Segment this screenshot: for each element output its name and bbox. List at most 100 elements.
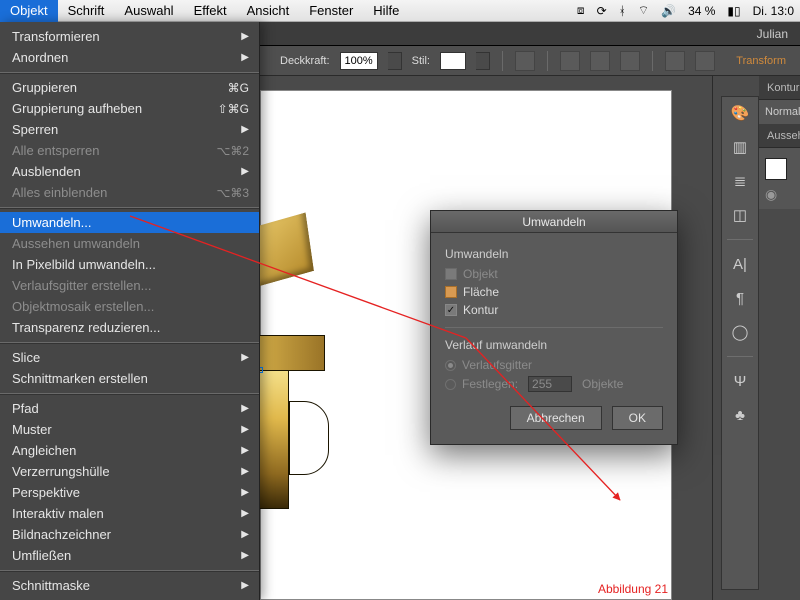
- menu-item[interactable]: Schnittmarken erstellen: [0, 368, 259, 389]
- share-icon[interactable]: Ψ: [730, 371, 750, 391]
- checkbox-objekt: Objekt: [445, 267, 663, 281]
- submenu-arrow-icon: ▶: [241, 529, 249, 540]
- battery-icon[interactable]: ▮▯: [727, 4, 740, 18]
- toolbar-icon-3[interactable]: [590, 51, 610, 71]
- menu-item: Objektmosaik erstellen...: [0, 296, 259, 317]
- menu-item[interactable]: Slice▶: [0, 347, 259, 368]
- menu-item-label: Ausblenden: [12, 164, 81, 179]
- group-umwandeln-title: Umwandeln: [445, 247, 663, 261]
- menu-item[interactable]: Ausblenden ▶: [0, 161, 259, 182]
- cancel-button[interactable]: Abbrechen: [510, 406, 602, 430]
- crop-icon[interactable]: ◫: [730, 205, 750, 225]
- checkbox-kontur-label: Kontur: [463, 303, 498, 317]
- menu-item-label: Sperren: [12, 122, 58, 137]
- mac-menubar: Objekt Schrift Auswahl Effekt Ansicht Fe…: [0, 0, 800, 22]
- submenu-arrow-icon: ▶: [241, 166, 249, 177]
- menu-item[interactable]: Bildnachzeichner▶: [0, 524, 259, 545]
- menu-item-label: Pfad: [12, 401, 39, 416]
- toolbar-icon-4[interactable]: [620, 51, 640, 71]
- radio-verlaufsgitter-label: Verlaufsgitter: [462, 358, 532, 372]
- selection-outline: [260, 367, 263, 373]
- menu-shortcut: ⌘G: [228, 81, 249, 95]
- panel-tab-aussehen[interactable]: Aussehen: [759, 124, 800, 148]
- ok-button[interactable]: OK: [612, 406, 663, 430]
- menu-item-label: Slice: [12, 350, 40, 365]
- gold-shape-top[interactable]: [260, 213, 314, 288]
- dropbox-icon[interactable]: ⧈: [577, 3, 585, 18]
- checkbox-kontur[interactable]: Kontur: [445, 303, 663, 317]
- toolbar-icon-2[interactable]: [560, 51, 580, 71]
- menu-item-label: Interaktiv malen: [12, 506, 104, 521]
- menu-item[interactable]: Anordnen▶: [0, 47, 259, 68]
- menu-item[interactable]: Angleichen▶: [0, 440, 259, 461]
- clover-icon[interactable]: ♣: [730, 405, 750, 425]
- blend-mode-value[interactable]: Normal: [765, 106, 800, 118]
- submenu-arrow-icon: ▶: [241, 466, 249, 477]
- radio-verlaufsgitter: Verlaufsgitter: [445, 358, 663, 372]
- style-swatch[interactable]: [440, 52, 466, 70]
- menu-item[interactable]: Zusammengesetzter Pfad▶: [0, 596, 259, 600]
- submenu-arrow-icon: ▶: [241, 550, 249, 561]
- style-dropdown-icon[interactable]: [476, 52, 490, 70]
- menu-ansicht[interactable]: Ansicht: [237, 0, 300, 22]
- menu-fenster[interactable]: Fenster: [299, 0, 363, 22]
- menu-item-label: Gruppierung aufheben: [12, 101, 142, 116]
- appearance-icon[interactable]: ◯: [730, 322, 750, 342]
- right-dock: 🎨 ▥ ≣ ◫ A| ¶ ◯ Ψ ♣ Kontur Normal Aussehe…: [712, 76, 800, 600]
- submenu-arrow-icon: ▶: [241, 508, 249, 519]
- submenu-arrow-icon: ▶: [241, 445, 249, 456]
- opacity-field[interactable]: 100%: [340, 52, 378, 70]
- menu-item[interactable]: Umfließen▶: [0, 545, 259, 566]
- panel-tab-kontur[interactable]: Kontur: [759, 76, 800, 100]
- menu-item[interactable]: Schnittmaske▶: [0, 575, 259, 596]
- menu-item: Alle entsperren⌥⌘2: [0, 140, 259, 161]
- festlegen-suffix: Objekte: [582, 377, 623, 391]
- menu-hilfe[interactable]: Hilfe: [363, 0, 409, 22]
- festlegen-value-field: 255: [528, 376, 572, 392]
- menu-item[interactable]: Muster▶: [0, 419, 259, 440]
- menu-item[interactable]: Verzerrungshülle▶: [0, 461, 259, 482]
- menu-effekt[interactable]: Effekt: [184, 0, 237, 22]
- group-verlauf-title: Verlauf umwandeln: [445, 338, 663, 352]
- layers-icon[interactable]: ▥: [730, 137, 750, 157]
- align-icon[interactable]: ≣: [730, 171, 750, 191]
- bluetooth-icon[interactable]: ᚼ: [619, 4, 626, 18]
- menu-item[interactable]: Interaktiv malen ▶: [0, 503, 259, 524]
- toolbar-icon-5[interactable]: [665, 51, 685, 71]
- menu-item[interactable]: Gruppierung aufheben⇧⌘G: [0, 98, 259, 119]
- menu-item-label: Transparenz reduzieren...: [12, 320, 160, 335]
- objekt-dropdown-menu: Transformieren▶Anordnen▶Gruppieren⌘GGrup…: [0, 22, 260, 600]
- palette-icon[interactable]: 🎨: [730, 103, 750, 123]
- menu-item[interactable]: Transformieren▶: [0, 26, 259, 47]
- menu-item[interactable]: Sperren▶: [0, 119, 259, 140]
- sync-icon[interactable]: ⟳: [597, 4, 607, 18]
- dialog-titlebar[interactable]: Umwandeln: [431, 211, 677, 233]
- menu-schrift[interactable]: Schrift: [58, 0, 115, 22]
- paragraph-icon[interactable]: ¶: [730, 288, 750, 308]
- menu-item-label: Objektmosaik erstellen...: [12, 299, 154, 314]
- visibility-icon[interactable]: ◉: [765, 186, 794, 203]
- menu-item[interactable]: Umwandeln...: [0, 212, 259, 233]
- transform-panel-link[interactable]: Transform: [736, 55, 786, 67]
- checkbox-flaeche[interactable]: Fläche: [445, 285, 663, 299]
- menu-item[interactable]: In Pixelbild umwandeln...: [0, 254, 259, 275]
- menu-item[interactable]: Transparenz reduzieren...: [0, 317, 259, 338]
- opacity-dropdown-icon[interactable]: [388, 52, 402, 70]
- menu-item-label: Muster: [12, 422, 52, 437]
- menu-item[interactable]: Pfad▶: [0, 398, 259, 419]
- volume-icon[interactable]: 🔊: [661, 4, 676, 18]
- submenu-arrow-icon: ▶: [241, 52, 249, 63]
- toolbar-icon-1[interactable]: [515, 51, 535, 71]
- character-icon[interactable]: A|: [730, 254, 750, 274]
- wifi-icon[interactable]: ⌔: [638, 3, 649, 18]
- menu-item: Alles einblenden⌥⌘3: [0, 182, 259, 203]
- menu-item-label: Schnittmarken erstellen: [12, 371, 148, 386]
- menu-item: Aussehen umwandeln: [0, 233, 259, 254]
- menu-item[interactable]: Perspektive▶: [0, 482, 259, 503]
- menu-auswahl[interactable]: Auswahl: [114, 0, 183, 22]
- toolbar-icon-6[interactable]: [695, 51, 715, 71]
- checkbox-objekt-label: Objekt: [463, 267, 498, 281]
- menu-item[interactable]: Gruppieren⌘G: [0, 77, 259, 98]
- fill-swatch[interactable]: [765, 158, 787, 180]
- menu-objekt[interactable]: Objekt: [0, 0, 58, 22]
